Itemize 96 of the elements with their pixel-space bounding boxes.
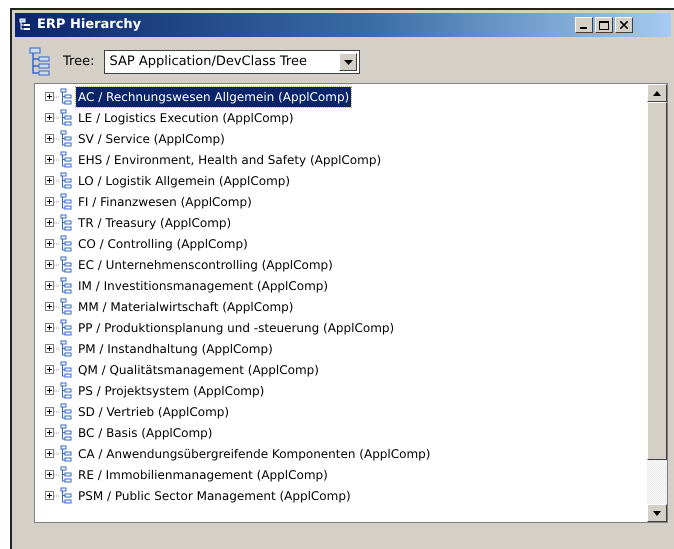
close-button[interactable] xyxy=(615,17,633,33)
hierarchy-icon xyxy=(60,234,72,252)
tree-item[interactable]: RE / Immobilienmanagement (ApplComp) xyxy=(76,464,330,484)
tree-line xyxy=(54,284,60,286)
tree-item[interactable]: CA / Anwendungsübergreifende Komponenten (ApplComp) xyxy=(76,444,432,464)
hierarchy-icon xyxy=(60,214,72,232)
tree-line xyxy=(54,390,60,392)
tree-line xyxy=(54,474,60,476)
tree-line xyxy=(54,242,60,244)
tree-dropdown[interactable]: SAP Application/DevClass Tree xyxy=(104,50,360,74)
tree-item[interactable]: EC / Unternehmenscontrolling (ApplComp) xyxy=(76,254,335,274)
hierarchy-icon xyxy=(60,172,72,190)
tree-item[interactable]: SD / Vertrieb (ApplComp) xyxy=(76,402,232,422)
expand-toggle[interactable] xyxy=(45,365,54,374)
dropdown-button[interactable] xyxy=(339,53,358,71)
hierarchy-icon xyxy=(60,108,72,126)
tree-line xyxy=(54,116,60,118)
expand-toggle[interactable] xyxy=(45,155,54,164)
expand-toggle[interactable] xyxy=(45,323,54,332)
tree-line xyxy=(54,432,60,434)
expand-toggle[interactable] xyxy=(45,428,54,437)
tree-item[interactable]: LE / Logistics Execution (ApplComp) xyxy=(76,108,296,128)
hierarchy-icon xyxy=(60,150,72,168)
hierarchy-icon xyxy=(60,466,72,484)
tree-item[interactable]: MM / Materialwirtschaft (ApplComp) xyxy=(76,296,296,316)
tree-line xyxy=(54,452,60,454)
close-icon xyxy=(620,21,628,29)
tree-item[interactable]: AC / Rechnungswesen Allgemein (ApplComp) xyxy=(76,86,352,106)
expand-toggle[interactable] xyxy=(45,92,54,101)
tree-line xyxy=(54,368,60,370)
expand-toggle[interactable] xyxy=(45,386,54,395)
expand-toggle[interactable] xyxy=(45,239,54,248)
hierarchy-icon xyxy=(60,424,72,442)
tree-line xyxy=(54,222,60,224)
tree-line xyxy=(54,410,60,412)
hierarchy-icon xyxy=(60,256,72,274)
expand-toggle[interactable] xyxy=(45,281,54,290)
scrollbar-thumb[interactable] xyxy=(647,102,667,460)
hierarchy-icon xyxy=(60,192,72,210)
hierarchy-icon xyxy=(60,276,72,294)
scroll-down-button[interactable] xyxy=(647,504,667,522)
tree-line xyxy=(54,158,60,160)
expand-toggle[interactable] xyxy=(45,260,54,269)
maximize-icon xyxy=(599,20,609,30)
tree-line xyxy=(54,494,60,496)
hierarchy-icon xyxy=(60,88,72,106)
hierarchy-icon xyxy=(60,318,72,336)
scroll-up-button[interactable] xyxy=(647,84,667,102)
maximize-button[interactable] xyxy=(595,17,613,33)
tree-line xyxy=(54,200,60,202)
tree-item[interactable]: SV / Service (ApplComp) xyxy=(76,128,227,148)
tree-item[interactable]: QM / Qualitätsmanagement (ApplComp) xyxy=(76,360,321,380)
window-title: ERP Hierarchy xyxy=(37,16,142,34)
tree-line xyxy=(54,326,60,328)
expand-toggle[interactable] xyxy=(45,302,54,311)
tree-item[interactable]: PP / Produktionsplanung und -steuerung (ApplComp) xyxy=(76,318,396,338)
down-arrow-icon xyxy=(653,510,661,516)
hierarchy-icon xyxy=(60,486,72,504)
tree-item[interactable]: BC / Basis (ApplComp) xyxy=(76,422,214,442)
expand-toggle[interactable] xyxy=(45,344,54,353)
up-arrow-icon xyxy=(653,90,661,96)
expand-toggle[interactable] xyxy=(45,491,54,500)
tree-item[interactable]: TR / Treasury (ApplComp) xyxy=(76,212,234,232)
tree-item[interactable]: IM / Investitionsmanagement (ApplComp) xyxy=(76,276,330,296)
tree-line xyxy=(54,180,60,182)
hierarchy-icon xyxy=(60,402,72,420)
tree-line xyxy=(54,96,60,98)
expand-toggle[interactable] xyxy=(45,407,54,416)
tree-item[interactable]: PSM / Public Sector Management (ApplComp) xyxy=(76,486,353,506)
expand-toggle[interactable] xyxy=(45,197,54,206)
tree-line xyxy=(54,138,60,140)
minimize-button[interactable] xyxy=(575,17,593,33)
tree-line xyxy=(54,264,60,266)
expand-toggle[interactable] xyxy=(45,113,54,122)
tree-item[interactable]: PS / Projektsystem (ApplComp) xyxy=(76,380,266,400)
tree-item[interactable]: PM / Instandhaltung (ApplComp) xyxy=(76,338,275,358)
tree-label: Tree: xyxy=(63,53,94,72)
expand-toggle[interactable] xyxy=(45,470,54,479)
tree-item[interactable]: CO / Controlling (ApplComp) xyxy=(76,234,250,254)
tree-line xyxy=(54,306,60,308)
tree-item[interactable]: LO / Logistik Allgemein (ApplComp) xyxy=(76,170,292,190)
expand-toggle[interactable] xyxy=(45,218,54,227)
hierarchy-icon xyxy=(60,130,72,148)
hierarchy-icon xyxy=(60,382,72,400)
expand-toggle[interactable] xyxy=(45,176,54,185)
tree-icon xyxy=(19,18,31,32)
caret-icon xyxy=(344,60,353,64)
expand-toggle[interactable] xyxy=(45,134,54,143)
tree-item[interactable]: EHS / Environment, Health and Safety (ApplComp) xyxy=(76,150,384,170)
expand-toggle[interactable] xyxy=(45,449,54,458)
hierarchy-icon xyxy=(60,298,72,316)
tree-item[interactable]: FI / Finanzwesen (ApplComp) xyxy=(76,192,254,212)
hierarchy-icon xyxy=(60,360,72,378)
hierarchy-icon xyxy=(60,340,72,358)
tree-line xyxy=(54,348,60,350)
hierarchy-icon xyxy=(60,444,72,462)
